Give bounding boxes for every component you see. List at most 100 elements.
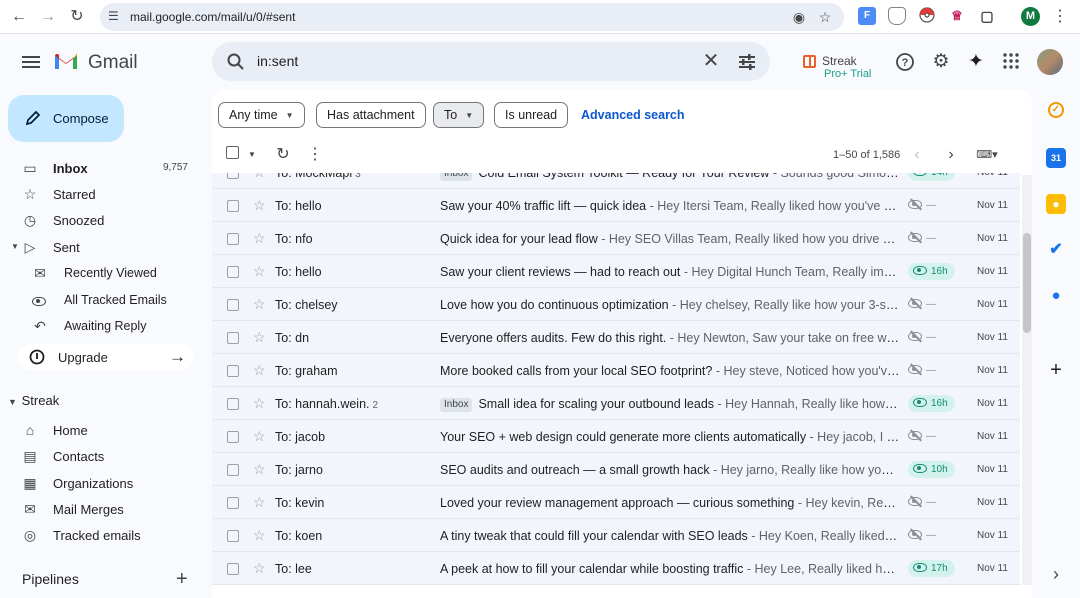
more-options-icon[interactable]: ⋮	[306, 146, 324, 164]
email-content[interactable]: Saw your client reviews — had to reach o…	[440, 265, 900, 279]
email-row[interactable]: ☆ To: graham More booked calls from your l…	[212, 354, 1020, 387]
prev-page-icon[interactable]: ‹	[908, 146, 926, 164]
email-row[interactable]: ☆ To: jacob Your SEO + web design could ge…	[212, 420, 1020, 453]
email-content[interactable]: More booked calls from your local SEO fo…	[440, 364, 900, 378]
row-checkbox[interactable]	[227, 200, 239, 212]
hide-eye-icon[interactable]: ◉	[790, 8, 808, 26]
expand-caret-icon[interactable]: ▼	[11, 242, 19, 251]
tracking-status[interactable]: —	[908, 329, 936, 346]
tracking-status[interactable]: 17h	[908, 560, 955, 577]
apps-grid-icon[interactable]	[1001, 52, 1021, 72]
tasks-check-icon[interactable]: ✓	[1048, 102, 1064, 118]
star-icon[interactable]: ☆	[253, 230, 266, 246]
email-row[interactable]: ☆ To: hello Saw your client reviews — had …	[212, 255, 1020, 288]
search-bar[interactable]: in:sent ✕	[212, 42, 770, 81]
select-dropdown-icon[interactable]: ▼	[243, 146, 261, 164]
row-checkbox[interactable]	[227, 398, 239, 410]
help-icon[interactable]: ?	[895, 52, 915, 72]
collapse-caret-icon[interactable]: ▼	[8, 397, 18, 407]
email-content[interactable]: Saw your 40% traffic lift — quick idea -…	[440, 199, 900, 213]
filter-any-time[interactable]: Any time ▼	[218, 102, 305, 128]
tracking-status[interactable]: —	[908, 362, 936, 379]
email-row[interactable]: ☆ To: MockMapi3 Inbox Cold Email System Too…	[212, 173, 1020, 189]
email-content[interactable]: SEO audits and outreach — a small growth…	[440, 463, 900, 477]
email-recipient[interactable]: To: kevin	[275, 496, 324, 510]
row-checkbox[interactable]	[227, 233, 239, 245]
streak-item-organizations[interactable]: ▦ Organizations	[0, 470, 200, 496]
email-row[interactable]: ☆ To: koen A tiny tweak that could fill yo…	[212, 519, 1020, 552]
email-recipient[interactable]: To: graham	[275, 364, 338, 378]
email-row[interactable]: ☆ To: nfo Quick idea for your lead flow - …	[212, 222, 1020, 255]
filter-to[interactable]: To ▼	[433, 102, 485, 128]
search-input[interactable]: in:sent	[257, 53, 298, 69]
email-content[interactable]: Your SEO + web design could generate mor…	[440, 430, 900, 444]
row-checkbox[interactable]	[227, 431, 239, 443]
inbox-label-badge[interactable]: Inbox	[440, 173, 473, 181]
row-checkbox[interactable]	[227, 530, 239, 542]
row-checkbox[interactable]	[227, 266, 239, 278]
crown-extension-icon[interactable]: ♕	[948, 7, 966, 25]
tracking-status[interactable]: —	[908, 527, 936, 544]
search-options-icon[interactable]	[736, 51, 758, 73]
star-icon[interactable]: ☆	[253, 527, 266, 543]
email-recipient[interactable]: To: hello	[275, 199, 322, 213]
tracking-status[interactable]: —	[908, 197, 936, 214]
email-row[interactable]: ☆ To: hello Saw your 40% traffic lift — qu…	[212, 189, 1020, 222]
extensions-puzzle-icon[interactable]: ▢	[978, 7, 996, 25]
star-icon[interactable]: ☆	[253, 362, 266, 378]
nav-item-recently-viewed[interactable]: ✉ Recently Viewed	[0, 260, 200, 286]
row-checkbox[interactable]	[227, 173, 239, 179]
settings-gear-icon[interactable]: ⚙	[931, 52, 951, 72]
upgrade-button[interactable]: Upgrade →	[18, 344, 194, 370]
star-icon[interactable]: ☆	[253, 173, 266, 180]
row-checkbox[interactable]	[227, 365, 239, 377]
tracking-status[interactable]: 10h	[908, 461, 955, 478]
star-icon[interactable]: ☆	[253, 263, 266, 279]
email-row[interactable]: ☆ To: lee A peek at how to fill your calen…	[212, 552, 1020, 585]
tracking-status[interactable]: —	[908, 428, 936, 445]
email-content[interactable]: A peek at how to fill your calendar whil…	[440, 562, 900, 576]
email-recipient[interactable]: To: MockMapi 3	[275, 173, 361, 180]
main-menu-icon[interactable]	[22, 53, 40, 71]
email-content[interactable]: Quick idea for your lead flow - Hey SEO …	[440, 232, 900, 246]
row-checkbox[interactable]	[227, 332, 239, 344]
email-row[interactable]: ☆ To: hannah.wein. 2 Inbox Small idea for sc…	[212, 387, 1020, 420]
row-checkbox[interactable]	[227, 464, 239, 476]
email-content[interactable]: A tiny tweak that could fill your calend…	[440, 529, 900, 543]
next-page-icon[interactable]: ›	[942, 146, 960, 164]
search-icon[interactable]	[226, 52, 246, 72]
add-pipeline-icon[interactable]: +	[176, 568, 188, 591]
row-checkbox[interactable]	[227, 497, 239, 509]
email-recipient[interactable]: To: jarno	[275, 463, 323, 477]
email-row[interactable]: ☆ To: dn Everyone offers audits. Few do th…	[212, 321, 1020, 354]
add-addon-icon[interactable]: +	[1046, 360, 1066, 380]
star-icon[interactable]: ☆	[253, 494, 266, 510]
shield-extension-icon[interactable]	[888, 7, 906, 25]
star-icon[interactable]: ☆	[253, 296, 266, 312]
site-settings-icon[interactable]: ☰	[108, 9, 122, 23]
back-icon[interactable]: ←	[8, 6, 30, 28]
account-avatar[interactable]	[1037, 49, 1063, 75]
scrollbar-thumb[interactable]	[1023, 233, 1031, 333]
email-content[interactable]: Inbox Small idea for scaling your outboun…	[440, 397, 900, 412]
nav-item-sent[interactable]: ▼ ▷ Sent	[0, 234, 200, 260]
streak-item-contacts[interactable]: ▤ Contacts	[0, 443, 200, 469]
nav-item-inbox[interactable]: ▭ Inbox 9,757	[0, 155, 200, 181]
email-row[interactable]: ☆ To: kevin Loved your review management a…	[212, 486, 1020, 519]
nav-item-all-tracked[interactable]: All Tracked Emails	[0, 287, 200, 313]
filter-is-unread[interactable]: Is unread	[494, 102, 569, 128]
email-recipient[interactable]: To: jacob	[275, 430, 325, 444]
select-all-checkbox[interactable]	[226, 146, 244, 164]
tasks-icon[interactable]: ✔	[1046, 240, 1066, 260]
star-icon[interactable]: ☆	[253, 461, 266, 477]
streak-item-mail-merges[interactable]: ✉ Mail Merges	[0, 496, 200, 522]
gemini-sparkle-icon[interactable]: ✦	[966, 52, 986, 72]
star-icon[interactable]: ☆	[253, 560, 266, 576]
email-content[interactable]: Inbox Cold Email System Toolkit — Ready f…	[440, 173, 900, 181]
tracking-status[interactable]: —	[908, 494, 936, 511]
email-recipient[interactable]: To: chelsey	[275, 298, 338, 312]
email-content[interactable]: Loved your review management approach — …	[440, 496, 900, 510]
tracking-status[interactable]: 16h	[908, 263, 955, 280]
nav-item-snoozed[interactable]: ◷ Snoozed	[0, 207, 200, 233]
filter-has-attachment[interactable]: Has attachment	[316, 102, 426, 128]
